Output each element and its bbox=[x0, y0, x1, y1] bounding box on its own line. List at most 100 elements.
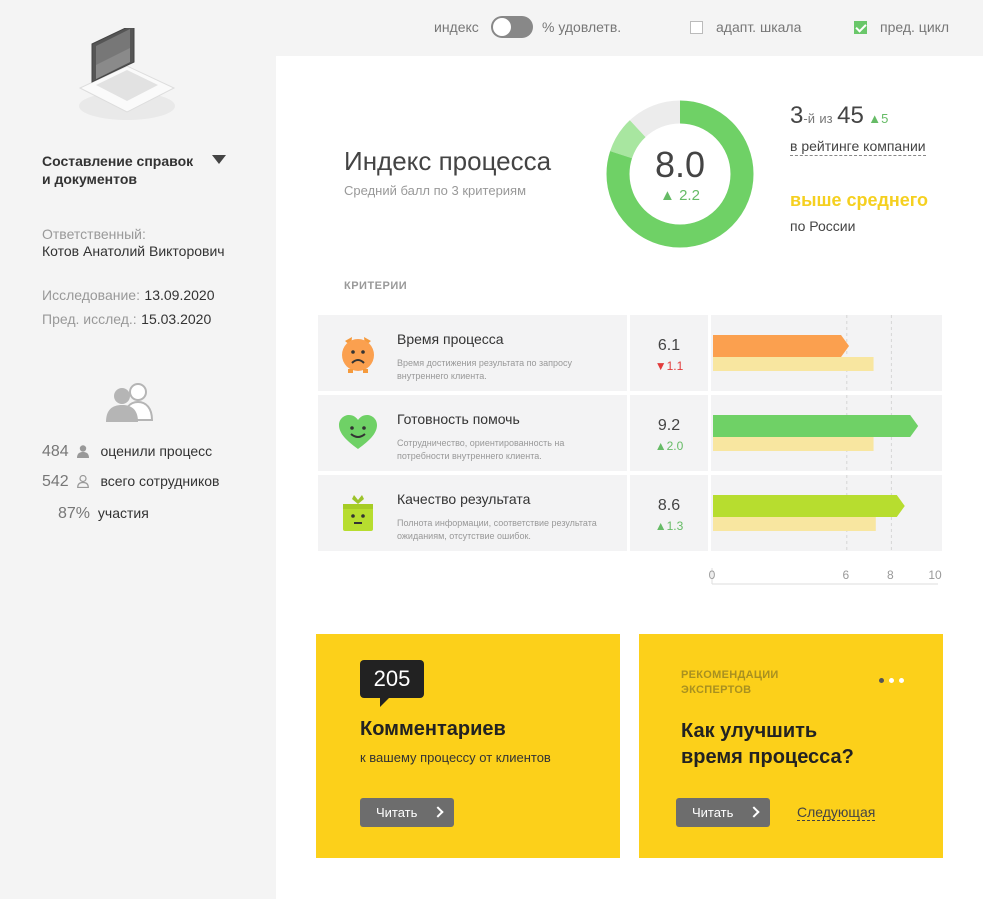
carousel-dots[interactable] bbox=[879, 670, 909, 688]
criteria-score-cell: 9.2 ▲2.0 bbox=[630, 395, 708, 471]
process-title-line1: Составление справок bbox=[42, 153, 194, 169]
employees-label: всего сотрудников bbox=[100, 473, 220, 489]
criteria-bars bbox=[713, 395, 919, 471]
index-title: Индекс процесса bbox=[344, 146, 552, 176]
responsible-name: Котов Анатолий Викторович bbox=[42, 243, 225, 259]
criteria-info-cell: Время процесса Время достижения результа… bbox=[318, 315, 627, 391]
criteria-delta: ▲1.3 bbox=[630, 519, 708, 533]
criteria-heading: КРИТЕРИИ bbox=[344, 280, 408, 292]
criteria-delta-value: 1.3 bbox=[666, 519, 684, 533]
chevron-down-icon[interactable] bbox=[212, 155, 226, 164]
prev-study-label: Пред. исслед.: bbox=[42, 311, 137, 327]
index-value: 8.0 bbox=[654, 144, 706, 185]
score-axis: 0 6 8 10 bbox=[708, 568, 942, 598]
index-subtitle: Средний балл по 3 критериям bbox=[344, 183, 527, 198]
adapt-scale-label[interactable]: адапт. шкала bbox=[716, 19, 801, 35]
prev-study-row: Пред. исслед.: 15.03.2020 bbox=[42, 311, 211, 329]
criteria-delta: ▼1.1 bbox=[630, 359, 708, 373]
chevron-right-icon bbox=[432, 806, 444, 818]
toggle-knob bbox=[493, 18, 511, 36]
carousel-dot[interactable] bbox=[899, 678, 904, 683]
axis-tick: 0 bbox=[708, 568, 716, 582]
criteria-bars bbox=[713, 475, 905, 551]
expert-label-line1: РЕКОМЕНДАЦИИ bbox=[681, 669, 779, 681]
axis-line bbox=[711, 568, 938, 585]
triangle-down-icon: ▼ bbox=[654, 359, 667, 373]
criteria-delta-value: 2.0 bbox=[666, 439, 684, 453]
participation-label: участия bbox=[97, 505, 149, 521]
criteria-desc: Время достижения результата по запросу в… bbox=[397, 358, 573, 381]
gift-face-icon bbox=[343, 495, 373, 531]
current-score-bar bbox=[713, 415, 919, 437]
responsible-label: Ответственный: bbox=[42, 226, 146, 242]
triangle-up-icon: ▲ bbox=[868, 111, 882, 126]
expert-label: РЕКОМЕНДАЦИИ ЭКСПЕРТОВ bbox=[681, 668, 779, 698]
satisfaction-label: % удовлетв. bbox=[542, 19, 622, 35]
triangle-up-icon: ▲ bbox=[654, 439, 667, 453]
laptop-icon bbox=[78, 28, 176, 120]
comments-title: Комментариев bbox=[360, 718, 506, 740]
study-date: 13.09.2020 bbox=[144, 287, 215, 303]
criteria-row[interactable]: Время процесса Время достижения результа… bbox=[318, 315, 942, 391]
expert-title-line2: время процесса? bbox=[681, 746, 854, 768]
region-label: по России bbox=[790, 218, 856, 234]
comments-card: 205 Комментариев к вашему процессу от кл… bbox=[316, 634, 620, 858]
study-date-row: Исследование: 13.09.2020 bbox=[42, 287, 215, 305]
prev-cycle-checkbox[interactable] bbox=[854, 21, 867, 34]
axis-tick: 6 bbox=[842, 568, 850, 582]
criteria-row[interactable]: Готовность помочь Сотрудничество, ориент… bbox=[318, 395, 942, 471]
expert-label-line2: ЭКСПЕРТОВ bbox=[681, 684, 752, 696]
previous-score-bar bbox=[713, 437, 874, 451]
rank-change: 5 bbox=[881, 111, 889, 126]
expert-title-line1: Как улучшить bbox=[681, 720, 818, 742]
criteria-name: Время процесса bbox=[397, 331, 504, 347]
criteria-delta-value: 1.1 bbox=[666, 359, 684, 373]
rank-suffix: -й bbox=[803, 111, 815, 126]
people-icon bbox=[106, 383, 154, 422]
study-label: Исследование: bbox=[42, 287, 140, 303]
piggy-face-icon bbox=[342, 337, 374, 373]
criteria-desc: Сотрудничество, ориентированность на пот… bbox=[397, 438, 565, 461]
criteria-value: 8.6 bbox=[657, 497, 681, 514]
comments-subtitle: к вашему процессу от клиентов bbox=[360, 750, 551, 765]
rank-total: 45 bbox=[837, 102, 864, 129]
rank-link[interactable]: в рейтинге компании bbox=[790, 138, 926, 156]
current-score-bar bbox=[713, 335, 850, 357]
read-button-label: Читать bbox=[376, 805, 418, 820]
prev-cycle-label[interactable]: пред. цикл bbox=[880, 19, 949, 35]
rated-count: 484 bbox=[42, 443, 69, 460]
user-outline-icon bbox=[76, 474, 89, 489]
current-score-bar bbox=[713, 495, 905, 517]
read-comments-button[interactable]: Читать bbox=[360, 798, 454, 827]
employees-stat: 542 всего сотрудников bbox=[42, 473, 219, 491]
triangle-up-icon: ▲ bbox=[660, 187, 675, 204]
read-expert-button[interactable]: Читать bbox=[676, 798, 770, 827]
heart-face-icon bbox=[339, 415, 377, 449]
sidebar: Составление справок и документов Ответст… bbox=[0, 28, 276, 899]
chevron-right-icon bbox=[748, 806, 760, 818]
rank-block: 3-й из 45 ▲5 bbox=[790, 102, 888, 130]
criteria-bars bbox=[713, 315, 892, 391]
rank-of: из bbox=[819, 111, 833, 126]
expert-title: Как улучшить время процесса? bbox=[681, 718, 921, 770]
rated-stat: 484 оценили процесс bbox=[42, 443, 212, 461]
carousel-dot[interactable] bbox=[879, 678, 884, 683]
read-button-label: Читать bbox=[692, 805, 734, 820]
carousel-dot[interactable] bbox=[889, 678, 894, 683]
index-delta: ▲ 2.2 bbox=[604, 187, 756, 204]
adapt-scale-checkbox[interactable] bbox=[690, 21, 703, 34]
prev-study-date: 15.03.2020 bbox=[141, 311, 212, 327]
criteria-row[interactable]: Качество результата Полнота информации, … bbox=[318, 475, 942, 551]
next-link[interactable]: Следующая bbox=[797, 804, 876, 821]
criteria-value: 6.1 bbox=[657, 337, 681, 354]
criteria-score-cell: 8.6 ▲1.3 bbox=[630, 475, 708, 551]
criteria-info-cell: Качество результата Полнота информации, … bbox=[318, 475, 627, 551]
expert-card: РЕКОМЕНДАЦИИ ЭКСПЕРТОВ Как улучшить врем… bbox=[639, 634, 943, 858]
index-label: индекс bbox=[434, 19, 479, 35]
index-satisfaction-toggle[interactable] bbox=[491, 16, 533, 38]
participation-stat: 87% участия bbox=[58, 505, 149, 523]
previous-score-bar bbox=[713, 517, 876, 531]
rank-place: 3 bbox=[790, 102, 804, 129]
criteria-name: Готовность помочь bbox=[397, 411, 520, 427]
rated-label: оценили процесс bbox=[100, 443, 213, 459]
